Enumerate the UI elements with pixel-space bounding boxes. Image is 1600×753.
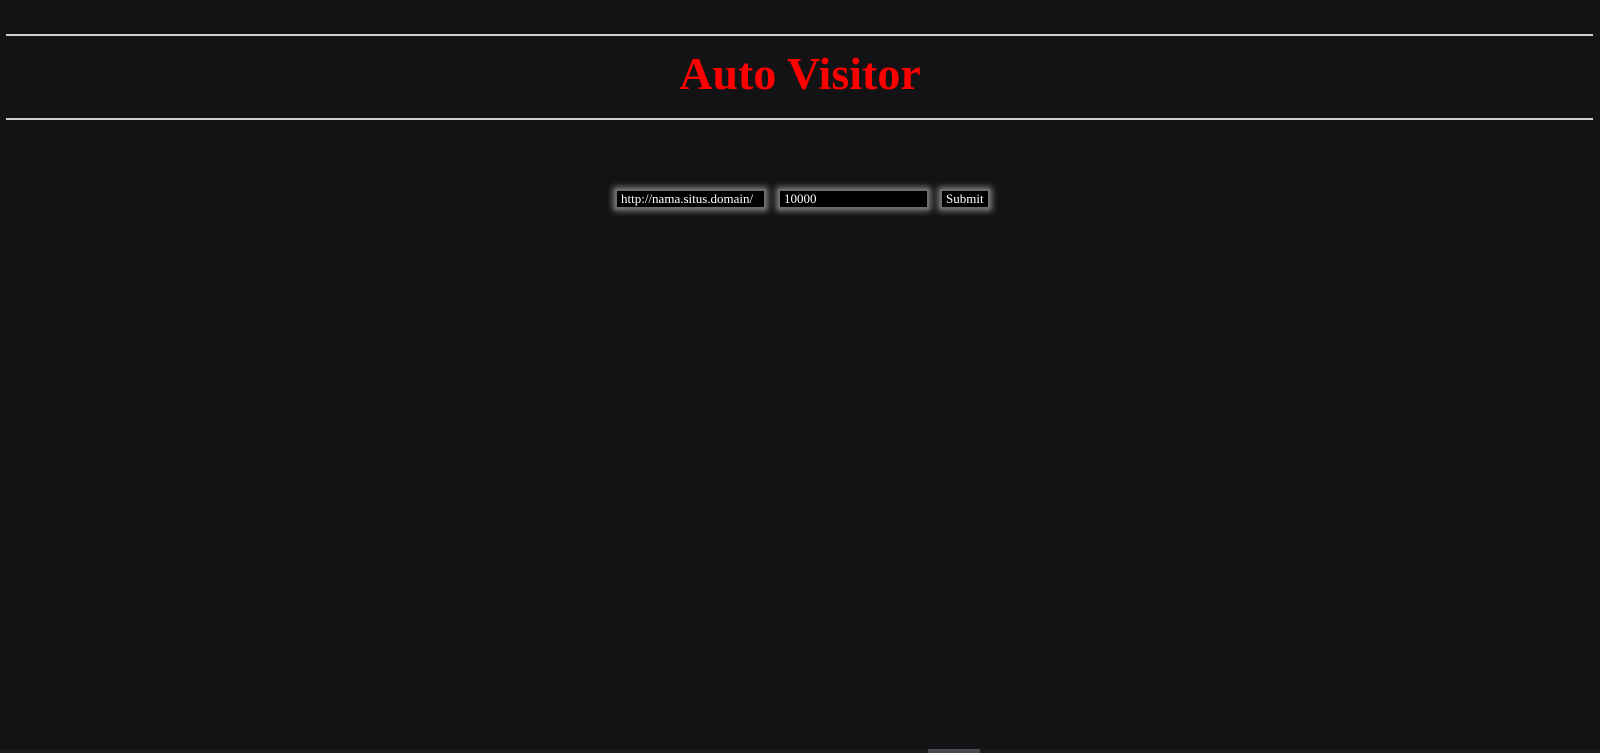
page: Auto Visitor Submit [0, 0, 1600, 753]
scrollbar-thumb[interactable] [928, 749, 980, 753]
horizontal-scrollbar[interactable] [0, 749, 1600, 753]
url-input[interactable] [615, 189, 766, 209]
count-input[interactable] [778, 189, 929, 209]
submit-button[interactable]: Submit [940, 189, 990, 209]
top-divider [6, 34, 1593, 36]
visitor-form: Submit [0, 189, 1600, 211]
bottom-divider [6, 118, 1593, 120]
page-title: Auto Visitor [679, 48, 921, 99]
